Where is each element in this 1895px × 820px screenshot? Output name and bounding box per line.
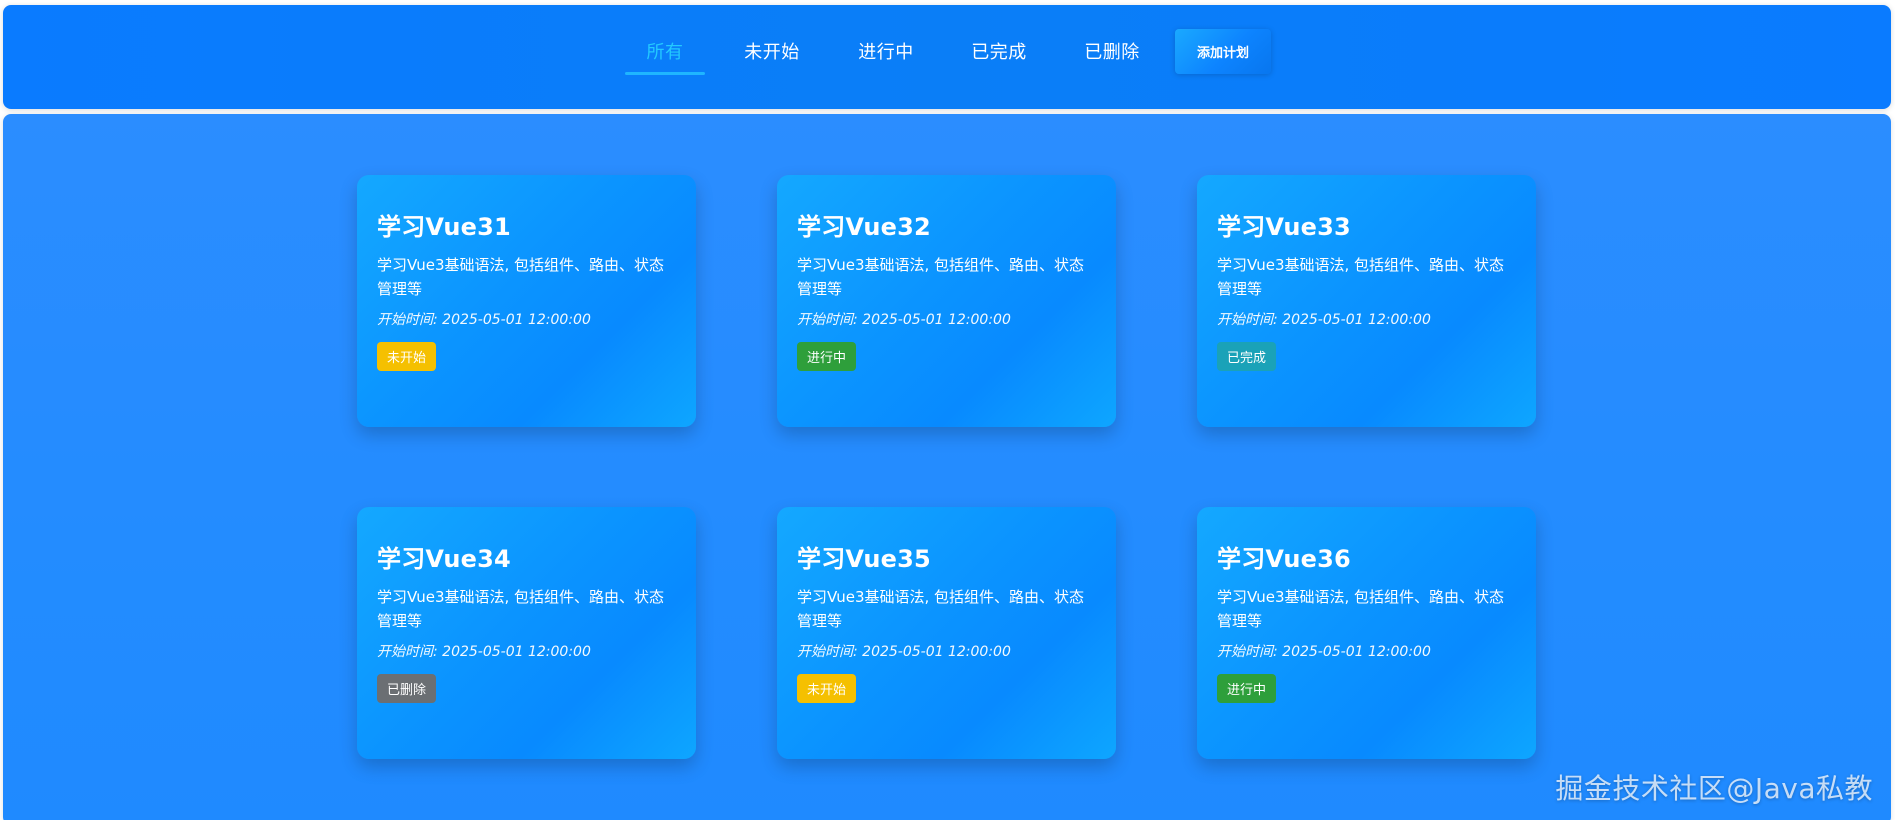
plan-title: 学习Vue33 [1217,213,1351,241]
tab-not-started[interactable]: 未开始 [734,31,810,75]
tab-not-started-label: 未开始 [744,42,800,63]
plan-description: 学习Vue3基础语法, 包括组件、路由、状态管理等 [377,256,665,298]
plan-card[interactable]: 学习Vue33 学习Vue3基础语法, 包括组件、路由、状态管理等 开始时间: … [1197,175,1536,427]
tab-all-label: 所有 [646,42,684,63]
plan-card[interactable]: 学习Vue36 学习Vue3基础语法, 包括组件、路由、状态管理等 开始时间: … [1197,507,1536,759]
plan-description: 学习Vue3基础语法, 包括组件、路由、状态管理等 [797,588,1085,630]
tab-completed-label: 已完成 [971,42,1027,63]
plan-start-time: 开始时间: 2025-05-01 12:00:00 [1217,312,1431,328]
tab-deleted-label: 已删除 [1084,42,1140,63]
status-badge: 未开始 [377,342,437,371]
plan-title: 学习Vue34 [377,545,511,573]
app-root: 所有 未开始 进行中 已完成 已删除 添加计划 学习Vue31 学习Vue3基础… [0,0,1895,820]
plan-description: 学习Vue3基础语法, 包括组件、路由、状态管理等 [377,588,665,630]
plan-title: 学习Vue36 [1217,545,1351,573]
plan-start-time: 开始时间: 2025-05-01 12:00:00 [1217,644,1431,660]
plan-card[interactable]: 学习Vue34 学习Vue3基础语法, 包括组件、路由、状态管理等 开始时间: … [357,507,696,759]
status-badge: 已完成 [1217,342,1277,371]
tab-deleted[interactable]: 已删除 [1074,31,1150,75]
plan-card[interactable]: 学习Vue35 学习Vue3基础语法, 包括组件、路由、状态管理等 开始时间: … [777,507,1116,759]
tab-in-progress-label: 进行中 [858,42,914,63]
status-badge: 未开始 [797,674,857,703]
plan-card[interactable]: 学习Vue32 学习Vue3基础语法, 包括组件、路由、状态管理等 开始时间: … [777,175,1116,427]
tab-all[interactable]: 所有 [625,31,705,75]
status-badge: 已删除 [377,674,437,703]
top-nav-bar: 所有 未开始 进行中 已完成 已删除 添加计划 [3,5,1891,109]
plan-start-time: 开始时间: 2025-05-01 12:00:00 [797,644,1011,660]
plan-start-time: 开始时间: 2025-05-01 12:00:00 [377,312,591,328]
filter-tabs: 所有 未开始 进行中 已完成 已删除 [3,5,1891,109]
plan-title: 学习Vue32 [797,213,931,241]
status-badge: 进行中 [1217,674,1277,703]
watermark-text: 掘金技术社区@Java私教 [1555,772,1873,805]
add-plan-button[interactable]: 添加计划 [1175,29,1271,74]
tab-completed[interactable]: 已完成 [961,31,1037,75]
plan-description: 学习Vue3基础语法, 包括组件、路由、状态管理等 [1217,256,1505,298]
status-badge: 进行中 [797,342,857,371]
plan-title: 学习Vue35 [797,545,931,573]
plan-description: 学习Vue3基础语法, 包括组件、路由、状态管理等 [797,256,1085,298]
tab-in-progress[interactable]: 进行中 [848,31,924,75]
active-tab-underline [625,72,705,75]
plan-card[interactable]: 学习Vue31 学习Vue3基础语法, 包括组件、路由、状态管理等 开始时间: … [357,175,696,427]
plan-start-time: 开始时间: 2025-05-01 12:00:00 [377,644,591,660]
plan-title: 学习Vue31 [377,213,511,241]
main-panel: 学习Vue31 学习Vue3基础语法, 包括组件、路由、状态管理等 开始时间: … [3,114,1891,820]
plan-start-time: 开始时间: 2025-05-01 12:00:00 [797,312,1011,328]
plan-description: 学习Vue3基础语法, 包括组件、路由、状态管理等 [1217,588,1505,630]
